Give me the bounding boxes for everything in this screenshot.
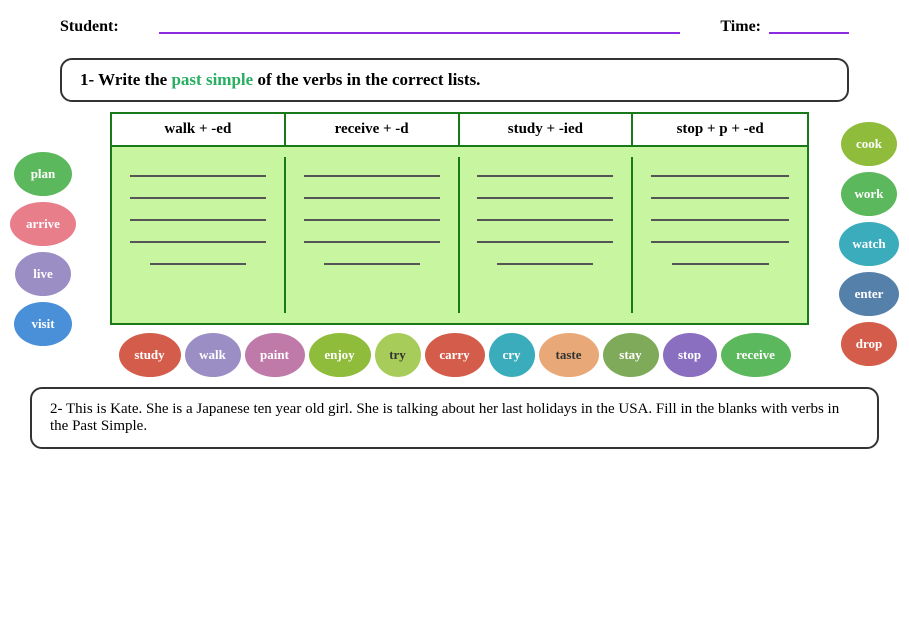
blank-line	[130, 231, 266, 243]
col-body	[110, 145, 809, 325]
bottom-bubbles: study walk paint enjoy try carry cry tas…	[20, 333, 889, 377]
student-label: Student:	[60, 18, 119, 36]
bubble-enter: enter	[839, 272, 899, 316]
blank-line-short	[150, 253, 246, 265]
col-cell-3	[633, 157, 807, 313]
blank-line	[304, 165, 440, 177]
bubble-study: study	[119, 333, 181, 377]
blank-line	[477, 165, 613, 177]
col-cell-2	[460, 157, 634, 313]
blank-line	[477, 231, 613, 243]
bubble-walk: walk	[185, 333, 241, 377]
instruction1-text-before: Write the	[98, 70, 171, 89]
col-header-0: walk + -ed	[112, 114, 286, 145]
col-cell-1	[286, 157, 460, 313]
blank-line	[130, 165, 266, 177]
bubble-drop: drop	[841, 322, 897, 366]
blank-line	[651, 165, 788, 177]
blank-line	[477, 187, 613, 199]
blank-line-short	[324, 253, 420, 265]
instruction2-number: 2-	[50, 401, 63, 417]
col-headers: walk + -ed receive + -d study + -ied sto…	[110, 112, 809, 145]
bubble-stop: stop	[663, 333, 717, 377]
main-content: plan arrive live visit cook work watch e…	[10, 112, 899, 377]
blank-line	[304, 209, 440, 221]
blank-line	[304, 231, 440, 243]
col-header-1: receive + -d	[286, 114, 460, 145]
bubble-try: try	[375, 333, 421, 377]
blank-line-short	[497, 253, 593, 265]
blank-line	[130, 187, 266, 199]
blank-line	[651, 231, 788, 243]
bubble-stay: stay	[603, 333, 659, 377]
instruction1-text-after: of the verbs in the correct lists.	[253, 70, 480, 89]
header: Student: Time:	[0, 0, 909, 44]
bubble-visit: visit	[14, 302, 72, 346]
time-label: Time:	[720, 18, 761, 36]
student-line	[159, 32, 681, 34]
time-line	[769, 32, 849, 34]
col-cell-0	[112, 157, 286, 313]
bubble-arrive: arrive	[10, 202, 76, 246]
blank-line	[651, 187, 788, 199]
bubble-receive: receive	[721, 333, 791, 377]
verb-table: walk + -ed receive + -d study + -ied sto…	[110, 112, 809, 325]
instruction1-highlight: past simple	[171, 70, 253, 89]
instruction2-text: This is Kate. She is a Japanese ten year…	[50, 401, 839, 434]
blank-line	[651, 209, 788, 221]
side-right-bubbles: cook work watch enter drop	[839, 112, 899, 366]
bubble-cry: cry	[489, 333, 535, 377]
col-header-2: study + -ied	[460, 114, 634, 145]
bubble-watch: watch	[839, 222, 899, 266]
col-header-3: stop + p + -ed	[633, 114, 807, 145]
blank-line	[304, 187, 440, 199]
side-left-bubbles: plan arrive live visit	[10, 112, 76, 346]
bubble-paint: paint	[245, 333, 305, 377]
bubble-carry: carry	[425, 333, 485, 377]
blank-line-short	[672, 253, 769, 265]
bubble-enjoy: enjoy	[309, 333, 371, 377]
instruction-box-2: 2- This is Kate. She is a Japanese ten y…	[30, 387, 879, 449]
blank-line	[477, 209, 613, 221]
bubble-work: work	[841, 172, 897, 216]
blank-line	[130, 209, 266, 221]
bubble-live: live	[15, 252, 71, 296]
bubble-cook: cook	[841, 122, 897, 166]
time-section: Time:	[720, 18, 849, 36]
bubble-plan: plan	[14, 152, 72, 196]
instruction1-number: 1-	[80, 70, 94, 89]
instruction-box-1: 1- Write the past simple of the verbs in…	[60, 58, 849, 102]
bubble-taste: taste	[539, 333, 599, 377]
